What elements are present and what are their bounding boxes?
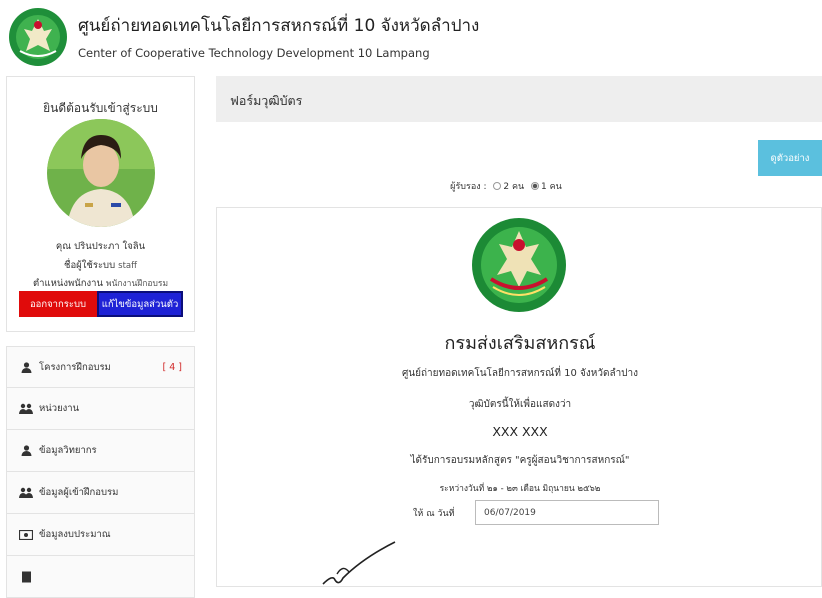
given-date-input[interactable]: 06/07/2019 (475, 500, 659, 525)
site-subtitle: Center of Cooperative Technology Develop… (78, 46, 430, 60)
user-icon (19, 445, 33, 457)
given-date-label: ให้ ณ วันที่ (413, 509, 455, 519)
sidebar-item-budget[interactable]: ข้อมูลงบประมาณ (6, 514, 195, 556)
site-header: ศูนย์ถ่ายทอดเทคโนโลยีการสหกรณ์ที่ 10 จัง… (0, 0, 822, 72)
certificate-period: ระหว่างวันที่ ๒๑ - ๒๓ เดือน มิถุนายน ๒๕๖… (439, 484, 601, 494)
username-label: ชื่อผู้ใช้ระบบ (64, 260, 116, 271)
welcome-title: ยินดีต้อนรับเข้าสู่ระบบ (43, 101, 158, 115)
username-value: staff (118, 261, 137, 271)
cooperative-logo (9, 8, 67, 66)
certificate-preview: กรมส่งเสริมสหกรณ์ ศูนย์ถ่ายทอดเทคโนโลยีก… (216, 207, 822, 587)
user-fullname: คุณ ปรินประภา ใจลิน (55, 241, 146, 252)
certificate-center: ศูนย์ถ่ายทอดเทคโนโลยีการสหกรณ์ที่ 10 จัง… (401, 368, 639, 379)
main-content: ฟอร์มวุฒิบัตร ดูตัวอย่าง ผู้รับรอง : 2 ค… (216, 76, 822, 587)
signature-image (322, 541, 396, 585)
cooperative-seal-logo (472, 218, 566, 312)
sidebar-item-label: หน่วยงาน (39, 403, 80, 414)
signer-option-two: 2 คน (503, 182, 525, 192)
signer-selector: ผู้รับรอง : 2 คน 1 คน (216, 179, 796, 193)
avatar (47, 119, 155, 227)
logout-button[interactable]: ออกจากระบบ (19, 291, 97, 317)
certificate-statement: วุฒิบัตรนี้ให้เพื่อแสดงว่า (468, 399, 572, 410)
sidebar-item-agencies[interactable]: หน่วยงาน (6, 388, 195, 430)
certificate-department: กรมส่งเสริมสหกรณ์ (444, 333, 596, 354)
username-row: ชื่อผู้ใช้ระบบ staff (7, 258, 194, 273)
signer-label: ผู้รับรอง : (450, 182, 487, 192)
sidebar-menu: โครงการฝึกอบรม [ 4 ] หน่วยงาน ข้อมูลวิทย… (6, 346, 195, 598)
users-icon (19, 487, 33, 499)
project-count-badge: [ 4 ] (162, 361, 183, 373)
edit-profile-button[interactable]: แก้ไขข้อมูลส่วนตัว (97, 291, 183, 317)
sidebar-item-label: ข้อมูลผู้เข้าฝึกอบรม (39, 487, 119, 498)
sidebar-item-label: ข้อมูลวิทยากร (39, 445, 97, 456)
sidebar-item-training-projects[interactable]: โครงการฝึกอบรม [ 4 ] (6, 346, 195, 388)
position-value: พนักงานฝึกอบรม (105, 279, 169, 289)
document-icon (19, 571, 33, 583)
signer-radio-two[interactable] (493, 182, 502, 190)
user-icon (19, 361, 33, 373)
signer-radio-one[interactable] (531, 182, 540, 190)
certificate-recipient: XXX XXX (492, 424, 548, 439)
page-title: ฟอร์มวุฒิบัตร (216, 76, 822, 122)
sidebar-item-trainees[interactable]: ข้อมูลผู้เข้าฝึกอบรม (6, 472, 195, 514)
sidebar-item-label: ข้อมูลงบประมาณ (39, 529, 111, 540)
position-label: ตำแหน่งพนักงาน (32, 278, 103, 289)
preview-button[interactable]: ดูตัวอย่าง (758, 140, 822, 176)
user-panel: ยินดีต้อนรับเข้าสู่ระบบ คุณ ปรินประภา ใจ… (6, 76, 195, 332)
site-title: ศูนย์ถ่ายทอดเทคโนโลยีการสหกรณ์ที่ 10 จัง… (78, 16, 480, 36)
users-icon (19, 403, 33, 415)
sidebar-item-lecturers[interactable]: ข้อมูลวิทยากร (6, 430, 195, 472)
signer-option-one: 1 คน (541, 182, 562, 192)
money-icon (19, 529, 33, 541)
sidebar-item-more[interactable] (6, 556, 195, 598)
certificate-course: ได้รับการอบรมหลักสูตร "ครูผู้สอนวิชาการส… (410, 455, 630, 466)
sidebar-item-label: โครงการฝึกอบรม (39, 361, 111, 373)
position-row: ตำแหน่งพนักงาน พนักงานฝึกอบรม (7, 276, 194, 291)
